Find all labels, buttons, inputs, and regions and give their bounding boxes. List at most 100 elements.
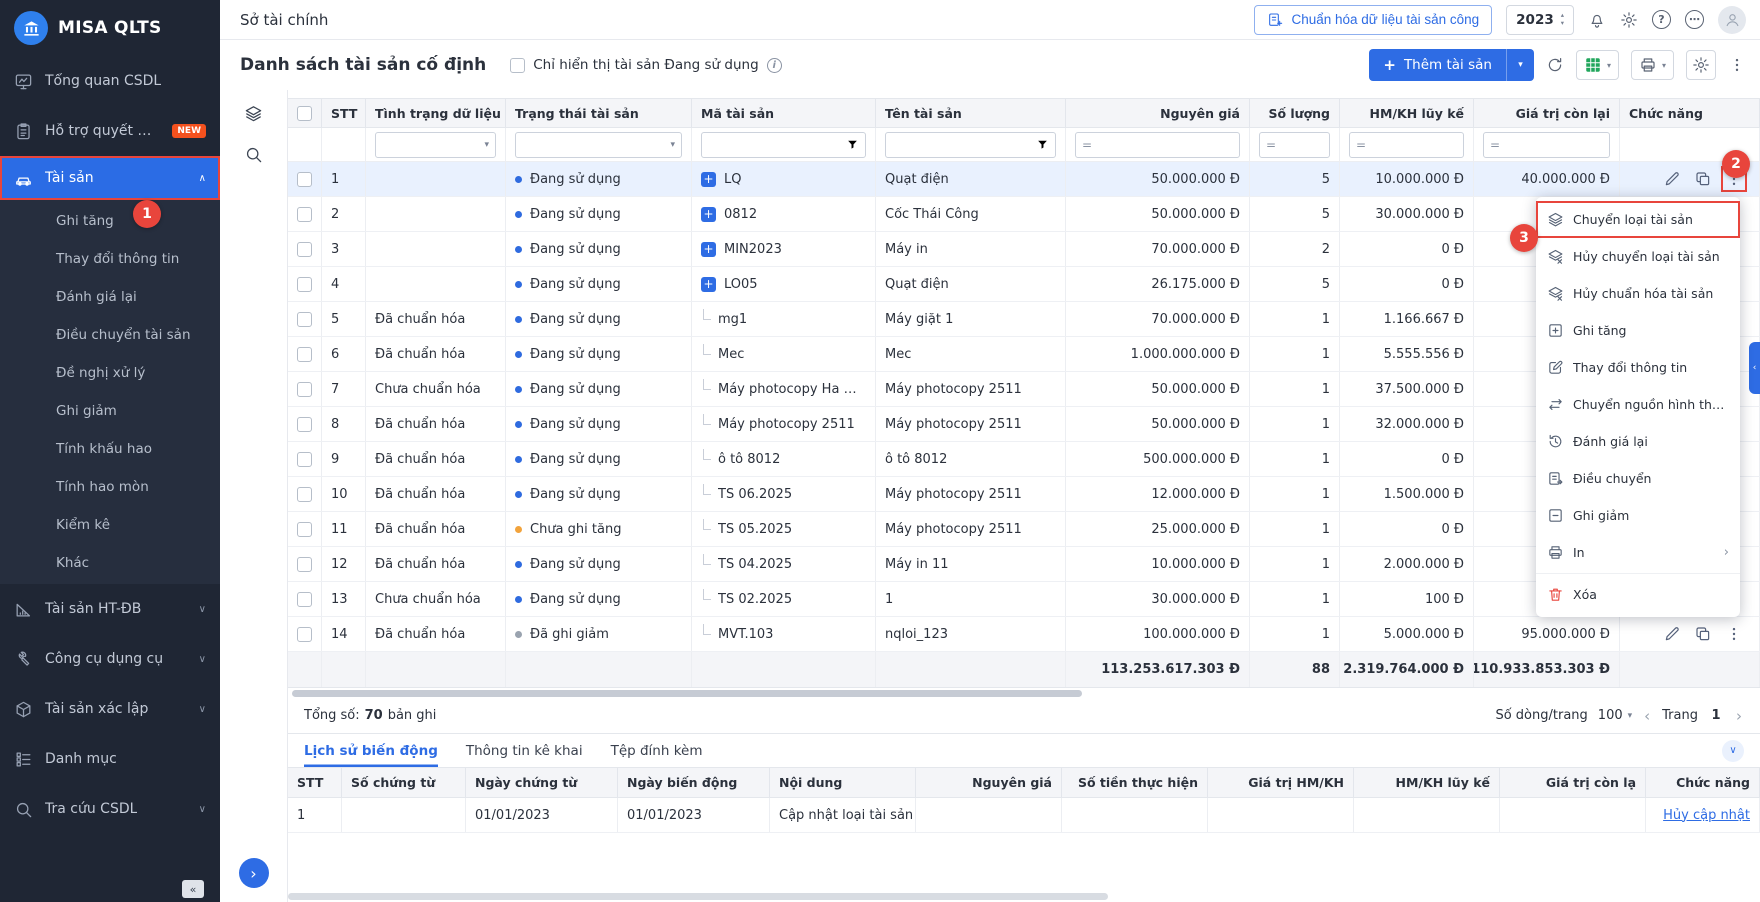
next-page-button[interactable]: › bbox=[1734, 707, 1744, 725]
more-options-icon[interactable]: ⋯ bbox=[1685, 10, 1704, 29]
sidebar-subitem[interactable]: Đề nghị xử lý bbox=[0, 354, 220, 392]
filter-dropdown[interactable]: ▾ bbox=[515, 132, 682, 158]
column-header[interactable]: Chức năng bbox=[1620, 99, 1760, 127]
in-use-checkbox[interactable] bbox=[510, 58, 525, 73]
column-header[interactable]: Giá trị còn lại bbox=[1474, 99, 1620, 127]
row-checkbox[interactable] bbox=[297, 347, 312, 362]
row-checkbox[interactable] bbox=[297, 312, 312, 327]
table-row[interactable]: 14Đã chuẩn hóaĐã ghi giảmMVT.103nqloi_12… bbox=[288, 617, 1760, 652]
sidebar-subitem[interactable]: Tính khấu hao bbox=[0, 430, 220, 468]
horizontal-scrollbar[interactable] bbox=[288, 688, 1760, 698]
filter-numeric-input[interactable]: = bbox=[1349, 132, 1464, 158]
add-asset-button[interactable]: +Thêm tài sản ▾ bbox=[1369, 49, 1534, 81]
in-use-filter[interactable]: Chỉ hiển thị tài sản Đang sử dụng i bbox=[510, 57, 781, 73]
sidebar-item[interactable]: Tài sản HT-ĐB∨ bbox=[0, 584, 220, 634]
filter-numeric-input[interactable]: = bbox=[1483, 132, 1610, 158]
history-row[interactable]: 101/01/202301/01/2023Cập nhật loại tài s… bbox=[288, 798, 1760, 833]
sidebar-subitem[interactable]: Điều chuyển tài sản bbox=[0, 316, 220, 354]
sidebar-item[interactable]: Tài sản xác lập∨ bbox=[0, 684, 220, 734]
column-header[interactable]: STT bbox=[322, 99, 366, 127]
select-all-checkbox[interactable] bbox=[297, 106, 312, 121]
sidebar-subitem[interactable]: Đánh giá lại bbox=[0, 278, 220, 316]
row-checkbox[interactable] bbox=[297, 277, 312, 292]
context-menu-item[interactable]: Ghi tăng bbox=[1536, 312, 1740, 349]
row-checkbox[interactable] bbox=[297, 522, 312, 537]
info-icon[interactable]: i bbox=[767, 58, 782, 73]
context-menu-item[interactable]: Đánh giá lại bbox=[1536, 423, 1740, 460]
help-icon[interactable]: ? bbox=[1652, 10, 1671, 29]
column-header[interactable]: Mã tài sản bbox=[692, 99, 876, 127]
standardize-data-button[interactable]: Chuẩn hóa dữ liệu tài sản công bbox=[1254, 5, 1492, 35]
context-menu-item[interactable]: Chuyển nguồn hình thành bbox=[1536, 386, 1740, 423]
row-checkbox[interactable] bbox=[297, 627, 312, 642]
expand-row-icon[interactable]: + bbox=[701, 172, 716, 187]
prev-page-button[interactable]: ‹ bbox=[1642, 707, 1652, 725]
column-header[interactable]: Tên tài sản bbox=[876, 99, 1066, 127]
collapse-panel-icon[interactable]: ∨ bbox=[1722, 740, 1744, 762]
sidebar-item[interactable]: Tra cứu CSDL∨ bbox=[0, 784, 220, 834]
sidebar-item[interactable]: Tài sản∧ bbox=[0, 156, 220, 200]
print-button[interactable]: ▾ bbox=[1631, 50, 1674, 80]
refresh-icon[interactable] bbox=[1546, 56, 1564, 74]
filter-funnel-icon[interactable] bbox=[846, 138, 859, 151]
table-row[interactable]: 1Đang sử dụng+LQQuạt điện50.000.000 Đ510… bbox=[288, 162, 1760, 197]
settings-gear-icon[interactable] bbox=[1620, 11, 1638, 29]
cancel-update-link[interactable]: Hủy cập nhật bbox=[1663, 808, 1750, 823]
search-icon[interactable] bbox=[244, 145, 263, 164]
column-header[interactable]: Số lượng bbox=[1250, 99, 1340, 127]
context-menu-item[interactable]: In› bbox=[1536, 534, 1740, 571]
right-panel-handle[interactable]: ‹ bbox=[1749, 342, 1760, 394]
column-header[interactable]: Trạng thái tài sản bbox=[506, 99, 692, 127]
equals-operator[interactable]: = bbox=[1266, 138, 1276, 152]
context-menu-item[interactable]: Chuyển loại tài sản bbox=[1536, 201, 1740, 238]
sidebar-subitem[interactable]: Kiểm kê bbox=[0, 506, 220, 544]
sidebar-subitem[interactable]: Thay đổi thông tin bbox=[0, 240, 220, 278]
row-checkbox[interactable] bbox=[297, 417, 312, 432]
year-selector[interactable]: 2023 ▴▾ bbox=[1506, 5, 1574, 35]
expand-row-icon[interactable]: + bbox=[701, 277, 716, 292]
add-asset-dropdown[interactable]: ▾ bbox=[1506, 49, 1534, 81]
sidebar-item[interactable]: Tổng quan CSDL bbox=[0, 56, 220, 106]
row-checkbox[interactable] bbox=[297, 172, 312, 187]
scrollbar-thumb[interactable] bbox=[292, 690, 1082, 697]
grid-settings-button[interactable] bbox=[1686, 50, 1716, 80]
row-checkbox[interactable] bbox=[297, 207, 312, 222]
tab[interactable]: Lịch sử biến động bbox=[304, 734, 438, 767]
column-header[interactable]: HM/KH lũy kế bbox=[1340, 99, 1474, 127]
row-checkbox[interactable] bbox=[297, 487, 312, 502]
row-more-button[interactable] bbox=[1725, 625, 1743, 643]
tab[interactable]: Tệp đính kèm bbox=[611, 734, 703, 767]
sidebar-collapse-button[interactable]: « bbox=[182, 880, 204, 898]
sidebar-subitem[interactable]: Ghi giảm bbox=[0, 392, 220, 430]
bottom-scrollbar[interactable] bbox=[288, 893, 1108, 900]
context-menu-item[interactable]: Ghi giảm bbox=[1536, 497, 1740, 534]
filter-funnel-icon[interactable] bbox=[1036, 138, 1049, 151]
expand-row-icon[interactable]: + bbox=[701, 207, 716, 222]
context-menu-item[interactable]: Xóa bbox=[1536, 576, 1740, 613]
export-excel-button[interactable]: ▾ bbox=[1576, 50, 1619, 80]
context-menu-item[interactable]: Điều chuyển bbox=[1536, 460, 1740, 497]
avatar[interactable] bbox=[1718, 6, 1746, 34]
expand-rail-button[interactable]: › bbox=[239, 858, 269, 888]
sidebar-subitem[interactable]: Khác bbox=[0, 544, 220, 582]
expand-row-icon[interactable]: + bbox=[701, 242, 716, 257]
row-checkbox[interactable] bbox=[297, 452, 312, 467]
sidebar-item[interactable]: Danh mục bbox=[0, 734, 220, 784]
group-layers-icon[interactable] bbox=[244, 104, 263, 123]
context-menu-item[interactable]: Hủy chuẩn hóa tài sản bbox=[1536, 275, 1740, 312]
equals-operator[interactable]: = bbox=[1082, 138, 1092, 152]
equals-operator[interactable]: = bbox=[1356, 138, 1366, 152]
row-checkbox[interactable] bbox=[297, 382, 312, 397]
duplicate-row-button[interactable] bbox=[1694, 625, 1712, 643]
filter-text-input[interactable] bbox=[885, 132, 1056, 158]
sidebar-item[interactable]: Công cụ dụng cụ∨ bbox=[0, 634, 220, 684]
filter-numeric-input[interactable]: = bbox=[1075, 132, 1240, 158]
sidebar-item[interactable]: Hỗ trợ quyết toánNEW bbox=[0, 106, 220, 156]
rows-per-page-select[interactable]: 100▾ bbox=[1598, 708, 1632, 723]
column-header[interactable]: Tình trạng dữ liệu bbox=[366, 99, 506, 127]
filter-text-input[interactable] bbox=[701, 132, 866, 158]
row-checkbox[interactable] bbox=[297, 592, 312, 607]
filter-dropdown[interactable]: ▾ bbox=[375, 132, 496, 158]
sidebar-subitem[interactable]: Tính hao mòn bbox=[0, 468, 220, 506]
sidebar-subitem[interactable]: Ghi tăng bbox=[0, 202, 220, 240]
